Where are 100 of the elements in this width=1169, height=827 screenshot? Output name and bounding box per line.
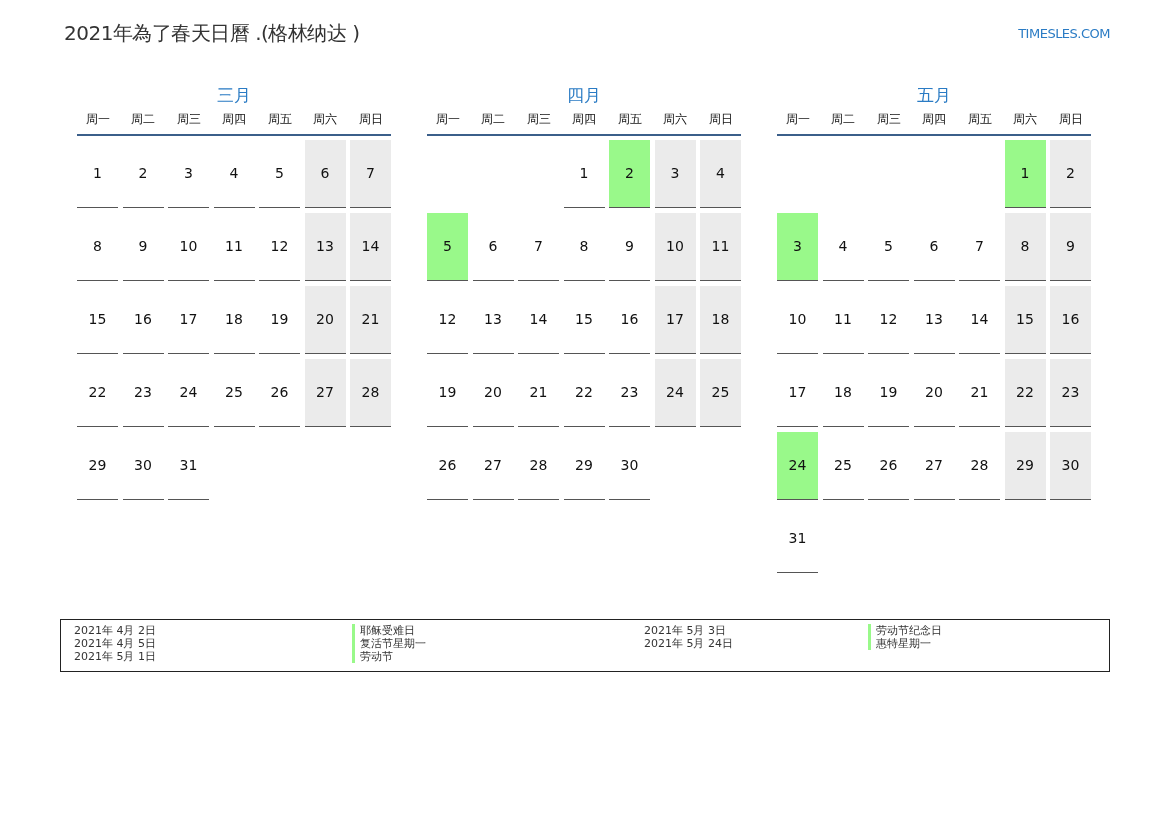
day-cell: 13 <box>472 286 514 354</box>
weekday-label: 周五 <box>616 111 643 128</box>
weekday-label: 周六 <box>662 111 688 128</box>
day-cell: 1 <box>77 140 118 208</box>
day-cell: 2 <box>122 140 164 208</box>
day-cell: 4 <box>213 140 255 208</box>
weekday-label: 周日 <box>357 111 384 128</box>
day-cell: 15 <box>77 286 118 354</box>
month-title: 三月 <box>216 84 252 107</box>
day-cell: 3 <box>654 140 696 208</box>
day-cell: 31 <box>777 505 818 573</box>
day-cell: 12 <box>427 286 468 354</box>
holiday-name: 惠特星期一 <box>868 637 1109 650</box>
day-cell: 17 <box>168 286 209 354</box>
day-cell: 21 <box>518 359 559 427</box>
day-cell: 5 <box>427 213 468 281</box>
day-cell: 24 <box>777 432 818 500</box>
day-cell: 23 <box>122 359 164 427</box>
day-cell: 26 <box>259 359 300 427</box>
day-cell: 13 <box>913 286 955 354</box>
day-cell: 29 <box>77 432 118 500</box>
weekday-label: 周一 <box>784 111 811 128</box>
weekday-label: 周三 <box>175 111 202 128</box>
day-cell: 4 <box>700 140 741 208</box>
holiday-date: 2021年 5月 24日 <box>644 637 734 650</box>
day-cell: 20 <box>913 359 955 427</box>
day-cell: 15 <box>1004 286 1046 354</box>
day-cell: 19 <box>259 286 300 354</box>
day-cell: 6 <box>913 213 955 281</box>
weekday-label: 周二 <box>830 111 856 128</box>
day-cell: 19 <box>427 359 468 427</box>
day-cell: 26 <box>868 432 909 500</box>
month-title: 五月 <box>916 84 952 107</box>
day-cell: 17 <box>777 359 818 427</box>
holiday-date: 2021年 5月 1日 <box>74 650 157 663</box>
day-cell: 6 <box>472 213 514 281</box>
weekday-label: 周三 <box>525 111 552 128</box>
day-cell: 11 <box>822 286 864 354</box>
weekday-label: 周二 <box>130 111 156 128</box>
day-cell: 7 <box>959 213 1000 281</box>
day-cell: 23 <box>1050 359 1091 427</box>
weekday-label: 周三 <box>875 111 902 128</box>
day-cell: 25 <box>213 359 255 427</box>
day-cell: 30 <box>609 432 650 500</box>
day-cell: 22 <box>1004 359 1046 427</box>
day-cell: 24 <box>654 359 696 427</box>
day-cell: 13 <box>304 213 346 281</box>
day-cell: 8 <box>77 213 118 281</box>
day-cell: 6 <box>304 140 346 208</box>
day-cell: 30 <box>1050 432 1091 500</box>
day-cell: 11 <box>700 213 741 281</box>
day-cell: 5 <box>868 213 909 281</box>
day-cell: 9 <box>122 213 164 281</box>
day-cell: 28 <box>518 432 559 500</box>
day-cell: 29 <box>563 432 605 500</box>
weekday-label: 周四 <box>571 111 597 128</box>
day-cell: 2 <box>609 140 650 208</box>
weekday-label: 周日 <box>1057 111 1084 128</box>
holiday-date: 2021年 4月 5日 <box>74 637 157 650</box>
day-cell: 9 <box>609 213 650 281</box>
day-cell: 22 <box>77 359 118 427</box>
day-cell: 30 <box>122 432 164 500</box>
day-cell: 15 <box>563 286 605 354</box>
day-cell: 27 <box>472 432 514 500</box>
holiday-name: 劳动节 <box>352 650 644 663</box>
day-cell: 28 <box>350 359 391 427</box>
day-cell: 28 <box>959 432 1000 500</box>
day-cell: 22 <box>563 359 605 427</box>
day-cell: 24 <box>168 359 209 427</box>
day-cell: 18 <box>213 286 255 354</box>
day-cell: 14 <box>350 213 391 281</box>
site-link[interactable]: TIMESLES.COM <box>1018 25 1110 41</box>
day-cell: 7 <box>518 213 559 281</box>
day-cell: 27 <box>913 432 955 500</box>
month-title: 四月 <box>566 84 602 107</box>
day-cell: 4 <box>822 213 864 281</box>
day-cell: 16 <box>1050 286 1091 354</box>
day-cell: 1 <box>563 140 605 208</box>
weekday-label: 周一 <box>434 111 461 128</box>
day-cell: 21 <box>959 359 1000 427</box>
day-cell: 11 <box>213 213 255 281</box>
day-cell: 31 <box>168 432 209 500</box>
day-cell: 9 <box>1050 213 1091 281</box>
day-cell: 14 <box>518 286 559 354</box>
day-cell: 19 <box>868 359 909 427</box>
weekday-label: 周五 <box>966 111 993 128</box>
day-cell: 23 <box>609 359 650 427</box>
holiday-date: 2021年 5月 3日 <box>644 624 727 637</box>
day-cell: 10 <box>168 213 209 281</box>
day-cell: 25 <box>700 359 741 427</box>
holiday-name: 耶稣受难日 <box>352 624 644 637</box>
weekday-label: 周四 <box>221 111 247 128</box>
weekday-label: 周一 <box>84 111 111 128</box>
day-cell: 10 <box>777 286 818 354</box>
day-cell: 14 <box>959 286 1000 354</box>
holiday-name: 劳动节纪念日 <box>868 624 1109 637</box>
day-cell: 16 <box>122 286 164 354</box>
day-cell: 29 <box>1004 432 1046 500</box>
holiday-date: 2021年 4月 2日 <box>74 624 157 637</box>
page-title: 2021年為了春天日曆 .(格林纳达 ) <box>64 19 360 47</box>
